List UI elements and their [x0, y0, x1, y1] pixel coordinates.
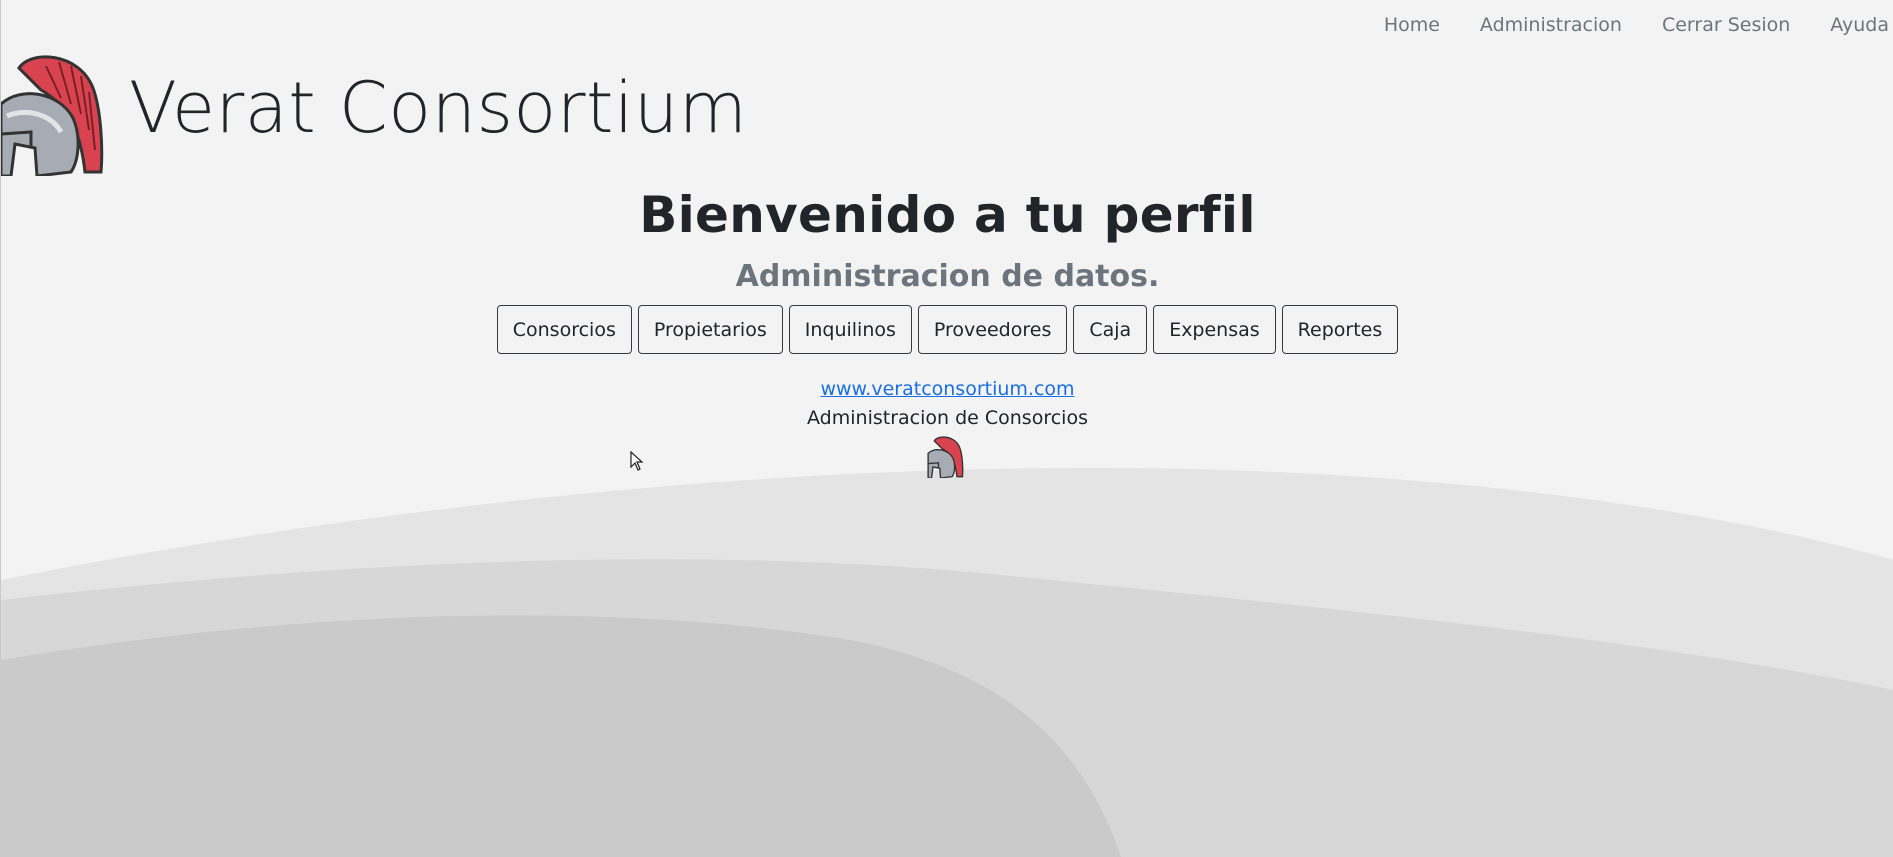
nav-home-link[interactable]: Home	[1364, 12, 1460, 38]
website-link[interactable]: www.veratconsortium.com	[820, 378, 1074, 400]
nav-administracion-link[interactable]: Administracion	[1460, 12, 1642, 38]
reportes-button[interactable]: Reportes	[1281, 305, 1399, 354]
top-nav: Home Administracion Cerrar Sesion Ayuda	[1364, 12, 1893, 38]
proveedores-button[interactable]: Proveedores	[917, 305, 1068, 354]
spartan-helmet-small-icon	[927, 436, 964, 478]
site-link-wrapper: www.veratconsortium.com	[1, 378, 1893, 400]
mouse-cursor-icon	[630, 451, 644, 471]
page: Home Administracion Cerrar Sesion Ayuda …	[0, 0, 1893, 857]
page-subtitle: Administracion de datos.	[735, 259, 1160, 294]
page-title: Bienvenido a tu perfil	[639, 186, 1256, 244]
admin-button-group: Consorcios Propietarios Inquilinos Prove…	[1, 305, 1893, 354]
expensas-button[interactable]: Expensas	[1153, 305, 1276, 354]
caja-button[interactable]: Caja	[1073, 305, 1148, 354]
brand-title: Verat Consortium	[129, 67, 748, 149]
nav-ayuda-link[interactable]: Ayuda	[1810, 12, 1893, 38]
site-description: Administracion de Consorcios	[807, 407, 1088, 429]
consorcios-button[interactable]: Consorcios	[496, 305, 632, 354]
propietarios-button[interactable]: Propietarios	[637, 305, 783, 354]
nav-cerrar-sesion-link[interactable]: Cerrar Sesion	[1642, 12, 1810, 38]
spartan-helmet-icon	[1, 55, 104, 176]
inquilinos-button[interactable]: Inquilinos	[788, 305, 912, 354]
brand-header: Verat Consortium	[1, 48, 747, 176]
